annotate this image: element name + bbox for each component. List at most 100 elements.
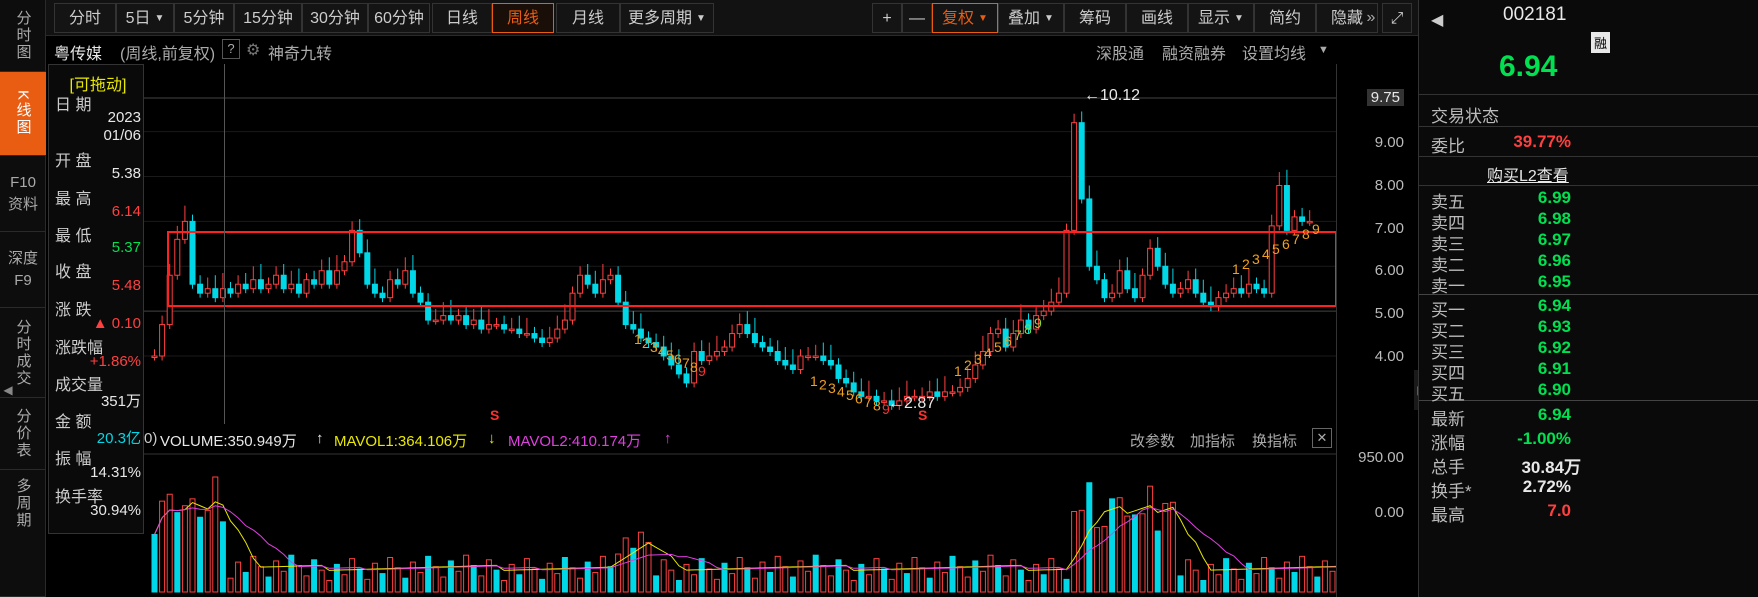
candle-body [288,283,295,290]
volume-bar [873,558,880,593]
volume-bar [470,565,477,593]
volume-bar [516,574,523,593]
chevron-down-icon[interactable]: ▼ [1318,44,1329,56]
more-periods-dropdown[interactable]: 更多周期 ▼ [620,3,714,33]
period-5day[interactable]: 5日 ▼ [116,3,174,33]
volume-bar [379,573,386,593]
candle-body [698,351,705,361]
change-params-button[interactable]: 改参数 [1130,430,1175,451]
period-weekly[interactable]: 周线 [492,3,554,33]
period-5min[interactable]: 5分钟 [174,3,234,33]
volume-bar [242,571,249,593]
nav-kline[interactable]: K线图 [0,72,46,156]
volume-bar [668,569,675,593]
expand-icon[interactable]: ⤢ [1382,3,1412,33]
nine-turn-mark: 5 [666,347,674,363]
help-icon[interactable]: ? [222,39,240,59]
period-60min[interactable]: 60分钟 [368,3,430,33]
nine-turn-mark: 9 [882,401,890,417]
nine-turn-mark: 1 [954,363,962,379]
nine-turn-indicator[interactable]: 神奇九转 [268,40,332,64]
period-30min[interactable]: 30分钟 [302,3,368,33]
volume-bar [531,568,538,593]
nine-turn-mark: 6 [855,391,863,407]
candle-body [1109,292,1116,299]
back-icon[interactable]: ◀ [1431,10,1443,30]
candle-body [782,359,789,366]
volume-bar [303,575,310,593]
kline-chart[interactable]: ←10.12←2.871 2 3 4 5 6 7 8 91 2 3 4 5 6 7 8 91 2 3 4 5 6 7 8 91 2… [144,64,1336,424]
divider [1419,185,1758,186]
period-daily[interactable]: 日线 [432,3,492,33]
candle-body [394,279,401,285]
volume-bar [273,560,280,593]
candle-body [463,315,470,326]
date-year: 2023 [107,109,141,126]
volume-tick: 0.00 [1374,504,1404,521]
candle-body [751,333,758,344]
gear-icon[interactable]: ⚙ [246,40,260,60]
period-monthly[interactable]: 月线 [556,3,620,33]
period-15min[interactable]: 15分钟 [234,3,302,33]
collapse-left-icon[interactable]: ◀ [0,370,16,410]
price-axis: 9.75 9.00 8.00 7.00 6.00 5.00 4.00 950.0… [1336,64,1414,597]
volume-bar [1223,558,1230,593]
volume-bar [1124,515,1131,593]
nav-f10[interactable]: F10资料 [0,156,46,232]
candle-body [1055,292,1062,303]
chevron-down-icon: ▼ [154,13,165,24]
nav-multi-period[interactable]: 多周期 [0,470,46,597]
crosshair-info-panel[interactable]: [可拖动] 日 期 2023 01/06 开 盘 5.38 最 高 6.14 最… [48,64,144,534]
candle-body [516,328,523,335]
volume-bar [698,558,705,593]
display-dropdown[interactable]: 显示 ▼ [1188,3,1254,33]
volume-bar [417,571,424,593]
draw-line-button[interactable]: 画线 [1126,3,1188,33]
candle-body [744,324,751,335]
simple-mode-button[interactable]: 简约 [1254,3,1316,33]
volume-bar [1207,563,1214,593]
buy-l2-link[interactable]: 购买L2查看 [1487,162,1569,186]
link-set-ma[interactable]: 设置均线 [1242,40,1306,64]
price-tick: 4.00 [1374,348,1404,365]
candle-body [341,261,348,272]
restore-rights-dropdown[interactable]: 复权 ▼ [932,3,998,33]
price-tick: 7.00 [1374,220,1404,237]
amplitude-value: 14.31% [90,464,141,481]
link-margin[interactable]: 融资融券 [1162,40,1226,64]
volume-bar [979,570,986,593]
candle-body [1124,270,1131,290]
candle-body [789,364,796,370]
candle-body [197,283,204,294]
zoom-out-button[interactable]: — [902,3,932,33]
nav-depth[interactable]: 深度F9 [0,232,46,308]
nine-turn-mark: 3 [650,339,658,355]
more-arrow-icon[interactable]: » [1362,3,1380,33]
period-timeshare[interactable]: 分时 [54,3,116,33]
bid-price: 6.91 [1537,359,1571,378]
volume-bar [729,573,736,593]
candle-body [333,270,340,285]
volume-bar [789,576,796,593]
ask-row[interactable]: 卖一 6.95 [1431,272,1571,297]
candle-body [159,324,166,357]
nine-turn-mark: 8 [873,398,881,414]
chips-button[interactable]: 筹码 [1064,3,1126,33]
change-pct-value: -1.00% [1517,429,1571,448]
volume-bar [356,568,363,593]
volume-bar [1215,574,1222,593]
volume-bar [1078,509,1085,593]
link-hk-connect[interactable]: 深股通 [1096,40,1144,64]
zoom-in-button[interactable]: + [872,3,902,33]
add-indicator-button[interactable]: 加指标 [1190,430,1235,451]
wei-bi-label: 委比 [1431,137,1465,156]
overlay-dropdown[interactable]: 叠加 ▼ [998,3,1064,33]
volume-prefix: 0) [144,430,158,447]
open-value: 5.38 [111,165,141,182]
volume-bar [1109,498,1116,593]
bid-row[interactable]: 买五 6.90 [1431,380,1571,405]
nav-timeshare[interactable]: 分时图 [0,0,46,72]
crosshair-line [224,64,225,424]
close-icon[interactable]: ✕ [1312,428,1332,448]
switch-indicator-button[interactable]: 换指标 [1252,430,1297,451]
